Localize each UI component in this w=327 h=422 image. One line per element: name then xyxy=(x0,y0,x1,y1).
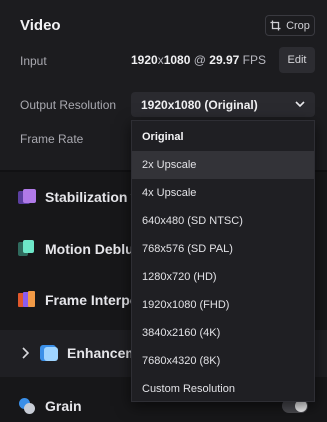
edit-button[interactable]: Edit xyxy=(279,47,315,73)
dropdown-option[interactable]: 3840x2160 (4K) xyxy=(132,319,314,347)
enhancement-icon xyxy=(40,344,58,362)
dropdown-option[interactable]: 640x480 (SD NTSC) xyxy=(132,207,314,235)
input-height: 1080 xyxy=(163,53,191,67)
feature-grain[interactable]: Grain xyxy=(18,393,82,419)
dropdown-option[interactable]: 1280x720 (HD) xyxy=(132,263,314,291)
input-at: @ xyxy=(193,53,206,67)
grain-icon xyxy=(18,397,36,415)
frame-rate-label: Frame Rate xyxy=(20,132,84,146)
resolution-dropdown-menu: Original 2x Upscale 4x Upscale 640x480 (SD … xyxy=(131,120,315,402)
chevron-down-icon xyxy=(295,101,305,108)
feature-motion-deblur[interactable]: Motion Deblur A xyxy=(18,236,148,262)
feature-label: Stabilization xyxy=(45,189,128,205)
stabilization-icon xyxy=(18,188,36,206)
dropdown-option[interactable]: Custom Resolution xyxy=(132,375,314,403)
dropdown-option[interactable]: 4x Upscale xyxy=(132,179,314,207)
feature-stabilization[interactable]: Stabilization AI xyxy=(18,184,138,210)
feature-label: Motion Deblur xyxy=(45,241,140,257)
chevron-right-icon xyxy=(22,347,30,359)
motion-deblur-icon xyxy=(18,240,36,258)
dropdown-option[interactable]: 2x Upscale xyxy=(132,151,314,179)
input-resolution-value: 1920x1080 @ 29.97 FPS xyxy=(131,53,266,67)
feature-frame-interpolation[interactable]: Frame Interpol xyxy=(18,287,142,313)
output-resolution-value: 1920x1080 (Original) xyxy=(141,97,258,112)
crop-label: Crop xyxy=(286,19,310,32)
input-width: 1920 xyxy=(131,53,158,67)
crop-icon xyxy=(270,20,281,31)
section-title: Video xyxy=(20,17,61,34)
dropdown-option[interactable]: 768x576 (SD PAL) xyxy=(132,235,314,263)
frame-interpolation-icon xyxy=(18,291,36,309)
output-resolution-select[interactable]: 1920x1080 (Original) xyxy=(131,92,315,117)
output-resolution-label: Output Resolution xyxy=(20,98,117,112)
dropdown-option[interactable]: 1920x1080 (FHD) xyxy=(132,291,314,319)
input-fps: 29.97 xyxy=(209,53,240,67)
crop-button[interactable]: Crop xyxy=(265,15,315,36)
input-fps-unit: FPS xyxy=(242,53,266,67)
dropdown-option[interactable]: Original xyxy=(132,123,314,151)
feature-enhancement: Enhanceme xyxy=(40,340,146,366)
dropdown-option[interactable]: 7680x4320 (8K) xyxy=(132,347,314,375)
video-settings-panel: Video Crop Input 1920x1080 @ 29.97 FPS E… xyxy=(0,0,327,422)
input-label: Input xyxy=(20,54,47,68)
feature-label: Frame Interpol xyxy=(45,292,143,308)
feature-label: Grain xyxy=(45,398,82,414)
